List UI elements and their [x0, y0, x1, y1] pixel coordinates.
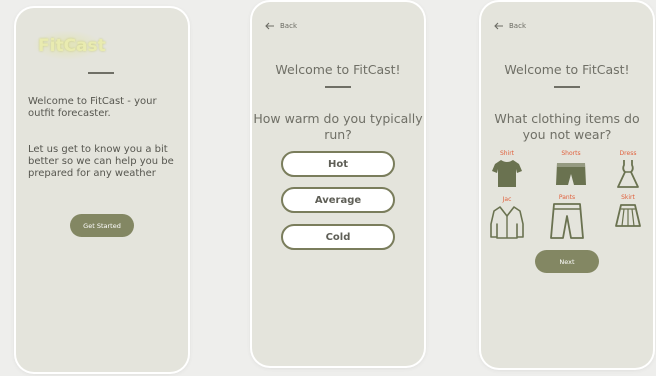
- next-button[interactable]: Next: [535, 250, 599, 273]
- clothing-label: Pants: [558, 194, 576, 201]
- back-arrow-icon: [494, 22, 503, 30]
- back-label: Back: [280, 22, 297, 30]
- warmth-screen: Back Welcome to FitCast! How warm do you…: [252, 2, 424, 366]
- intro-body-text: Let us get to know you a bit better so w…: [28, 144, 174, 179]
- clothing-label: Shorts: [561, 150, 581, 157]
- clothing-item-shorts[interactable]: Shorts: [551, 150, 591, 188]
- shirt-icon: [492, 160, 522, 187]
- clothing-label: Skirt: [621, 194, 635, 201]
- back-button[interactable]: Back: [494, 22, 526, 30]
- pants-icon: [550, 203, 584, 239]
- back-arrow-icon: [265, 22, 274, 30]
- clothing-item-skirt[interactable]: Skirt: [608, 194, 648, 230]
- option-cold-button[interactable]: Cold: [281, 224, 395, 250]
- clothing-item-dress[interactable]: Dress: [608, 150, 648, 190]
- clothing-label: Jac: [502, 196, 512, 203]
- question-text: How warm do you typically run?: [253, 111, 423, 142]
- option-average-button[interactable]: Average: [281, 187, 395, 213]
- divider: [325, 86, 351, 88]
- clothing-item-jacket[interactable]: Jac: [487, 196, 527, 240]
- dress-icon: [617, 160, 639, 188]
- divider: [88, 72, 114, 74]
- clothing-item-pants[interactable]: Pants: [547, 194, 587, 240]
- divider: [554, 86, 580, 88]
- jacket-icon: [490, 206, 524, 239]
- option-hot-button[interactable]: Hot: [281, 151, 395, 177]
- get-started-button[interactable]: Get Started: [70, 214, 134, 237]
- screen-title: Welcome to FitCast!: [275, 62, 401, 77]
- clothing-screen: Back Welcome to FitCast! What clothing i…: [481, 2, 653, 368]
- app-logo: FitCast: [38, 36, 106, 56]
- back-button[interactable]: Back: [265, 22, 297, 30]
- skirt-icon: [615, 204, 641, 227]
- clothing-label: Shirt: [499, 150, 515, 157]
- intro-text: Welcome to FitCast - your outfit forecas…: [28, 96, 157, 119]
- shorts-icon: [556, 163, 586, 185]
- clothing-item-shirt[interactable]: Shirt: [487, 150, 527, 188]
- screen-title: Welcome to FitCast!: [504, 62, 630, 77]
- back-label: Back: [509, 22, 526, 30]
- clothing-label: Dress: [619, 150, 637, 157]
- welcome-screen: FitCast Welcome to FitCast - your outfit…: [16, 8, 188, 372]
- question-text: What clothing items do you not wear?: [494, 111, 640, 142]
